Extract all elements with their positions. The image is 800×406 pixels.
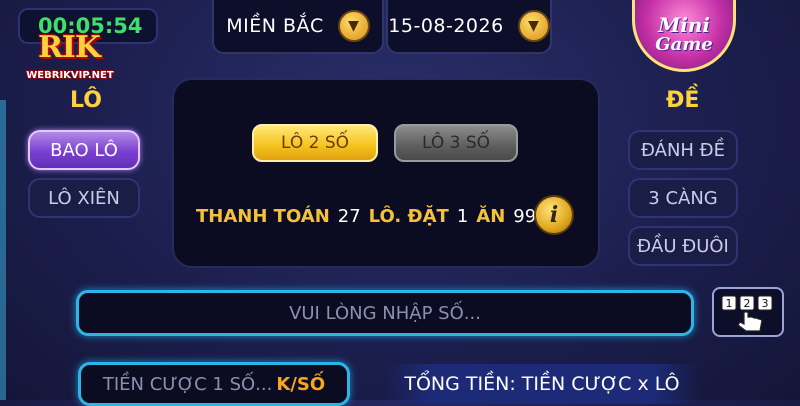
date-label: 15-08-2026 bbox=[388, 15, 504, 37]
svg-text:1: 1 bbox=[726, 297, 733, 310]
de-section-title: ĐỀ bbox=[666, 88, 700, 113]
mini-game-label-2: Game bbox=[655, 33, 713, 55]
region-selector[interactable]: MIỀN BẮC ▼ bbox=[212, 0, 384, 54]
date-selector[interactable]: 15-08-2026 ▼ bbox=[386, 0, 552, 54]
bet-unit-label: K/SỐ bbox=[276, 373, 326, 395]
bet-value: 1 bbox=[456, 205, 469, 227]
brand-logo[interactable]: RIK bbox=[30, 22, 108, 72]
pay-label: THANH TOÁN bbox=[196, 205, 330, 227]
mini-game-label-1: Mini bbox=[658, 12, 710, 37]
keypad-hand-icon[interactable]: 1 2 3 bbox=[712, 287, 784, 337]
win-label: ĂN bbox=[476, 205, 506, 227]
bao-lo-button[interactable]: BAO LÔ bbox=[28, 130, 140, 170]
info-icon[interactable]: i bbox=[534, 195, 574, 235]
tab-lo-3-so[interactable]: LÔ 3 SỐ bbox=[394, 124, 518, 162]
payout-line: THANH TOÁN 27 LÔ. ĐẶT 1 ĂN 99 bbox=[196, 203, 536, 229]
number-input[interactable]: VUI LÒNG NHẬP SỐ... bbox=[76, 290, 694, 336]
left-edge-accent bbox=[0, 100, 6, 400]
bet-amount-placeholder: TIỀN CƯỢC 1 SỐ... bbox=[102, 373, 273, 395]
danh-de-button[interactable]: ĐÁNH ĐỀ bbox=[628, 130, 738, 170]
chevron-down-icon[interactable]: ▼ bbox=[337, 10, 370, 42]
tab-lo-2-so[interactable]: LÔ 2 SỐ bbox=[252, 124, 378, 162]
dau-duoi-button[interactable]: ĐẦU ĐUÔI bbox=[628, 226, 738, 266]
chevron-down-icon[interactable]: ▼ bbox=[517, 10, 550, 42]
svg-text:3: 3 bbox=[762, 297, 769, 310]
keypad-svg: 1 2 3 bbox=[721, 295, 773, 332]
svg-text:2: 2 bbox=[744, 297, 751, 310]
region-label: MIỀN BẮC bbox=[226, 15, 324, 37]
brand-url: WEBRIKVIP.NET bbox=[26, 70, 114, 81]
lo-xien-button[interactable]: LÔ XIÊN bbox=[28, 178, 140, 218]
lo-section-title: LÔ bbox=[70, 88, 102, 113]
brand-logo-text: RIK bbox=[37, 29, 101, 65]
total-amount-label: TỔNG TIỀN: TIỀN CƯỢC x LÔ bbox=[384, 364, 700, 404]
3-cang-button[interactable]: 3 CÀNG bbox=[628, 178, 738, 218]
win-value: 99 bbox=[513, 205, 537, 227]
pay-value: 27 bbox=[337, 205, 361, 227]
bet-panel bbox=[172, 78, 600, 268]
bet-amount-input[interactable]: TIỀN CƯỢC 1 SỐ... K/SỐ bbox=[78, 362, 350, 406]
bet-label: LÔ. ĐẶT bbox=[368, 205, 449, 227]
mini-game-button[interactable]: Mini Game bbox=[632, 0, 736, 72]
